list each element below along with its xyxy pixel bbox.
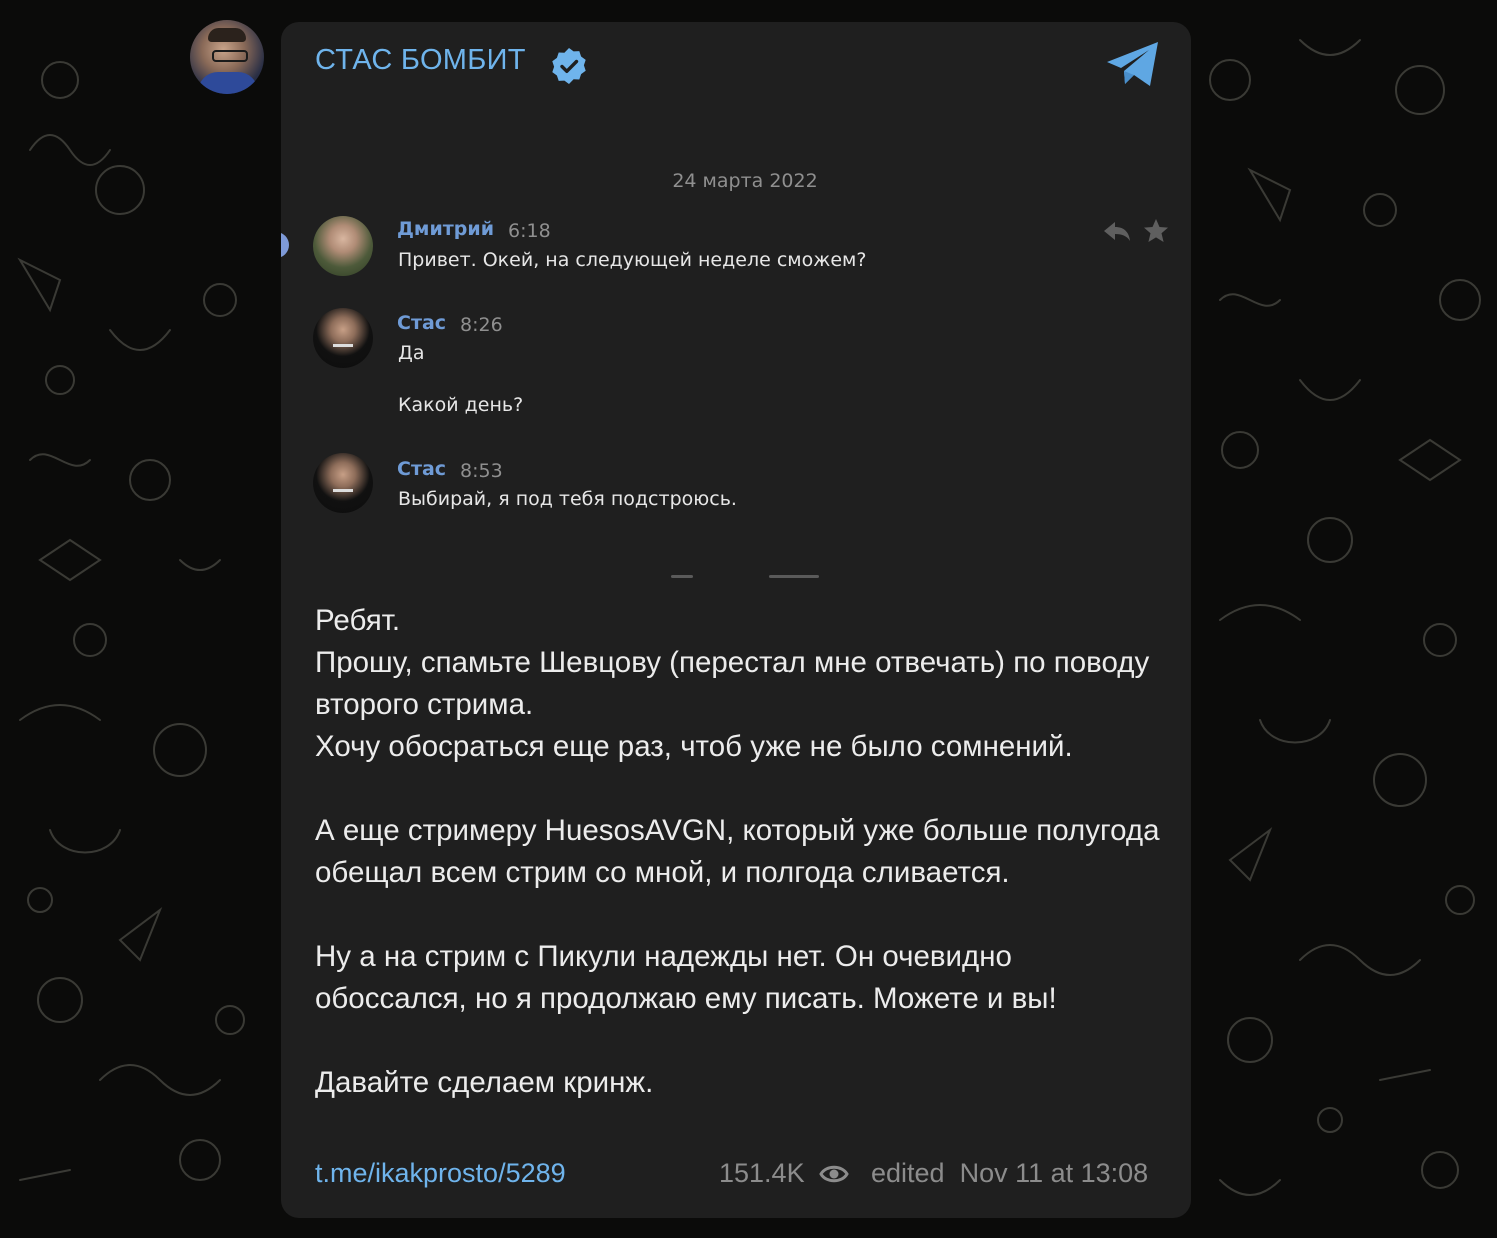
cropped-text-fragment: [671, 575, 693, 578]
verified-badge-icon: [552, 48, 586, 84]
post-paragraph: [315, 1020, 1165, 1062]
message-text: Выбирай, я под тебя подстроюсь.: [398, 488, 737, 510]
message-text: Привет. Окей, на следующей неделе сможем…: [398, 249, 867, 271]
message-text: Да: [398, 342, 425, 364]
avatar-shirt-print: [333, 489, 353, 492]
avatar-shirt-print: [333, 344, 353, 347]
post-paragraph: А еще стримеру HuesosAVGN, который уже б…: [315, 814, 1160, 889]
message-time: 8:26: [460, 314, 503, 336]
date-separator: 24 марта 2022: [672, 170, 818, 192]
post-paragraph: [315, 894, 1165, 936]
message-author: Стас: [397, 458, 447, 480]
cropped-text-fragment: [769, 575, 819, 578]
view-count: 151.4K: [719, 1158, 805, 1188]
avatar-dmitriy: [313, 216, 373, 276]
message-text: Какой день?: [398, 394, 524, 416]
message-author: Дмитрий: [397, 218, 495, 240]
post-card: СТАС БОМБИТ 24 марта 2022 Дмитрий 6:18 П…: [281, 22, 1191, 1218]
avatar-glasses: [212, 50, 248, 62]
unread-marker: [281, 232, 289, 258]
avatar-stas: [313, 453, 373, 513]
post-footer: t.me/ikakprosto/5289 151.4K edited Nov 1…: [315, 1158, 1157, 1194]
telegram-logo-icon[interactable]: [1105, 40, 1161, 90]
avatar-suit: [198, 72, 258, 94]
message-time: 6:18: [508, 220, 551, 242]
message-author: Стас: [397, 312, 447, 334]
post-paragraph: [315, 768, 1165, 810]
post-paragraph: Прошу, спамьте Шевцову (перестал мне отв…: [315, 646, 1150, 721]
edited-timestamp: edited Nov 11 at 13:08: [871, 1158, 1149, 1188]
post-paragraph: Хочу обосраться еще раз, чтоб уже не был…: [315, 730, 1073, 763]
channel-avatar[interactable]: [190, 20, 264, 94]
avatar-hair: [208, 28, 246, 42]
post-paragraph: Ну а на стрим с Пикули надежды нет. Он о…: [315, 940, 1057, 1015]
avatar-stas: [313, 308, 373, 368]
chat-screenshot: 24 марта 2022 Дмитрий 6:18 Привет. Окей,…: [281, 132, 1191, 582]
reply-icon: [1104, 222, 1130, 241]
channel-title[interactable]: СТАС БОМБИТ: [315, 44, 526, 77]
eye-icon: [819, 1165, 849, 1183]
post-paragraph: Давайте сделаем кринж.: [315, 1066, 654, 1099]
post-body: Ребят. Прошу, спамьте Шевцову (перестал …: [315, 600, 1165, 1104]
post-paragraph: Ребят.: [315, 604, 401, 637]
star-icon: [1144, 219, 1168, 242]
message-time: 8:53: [460, 460, 503, 482]
post-link[interactable]: t.me/ikakprosto/5289: [315, 1158, 566, 1189]
